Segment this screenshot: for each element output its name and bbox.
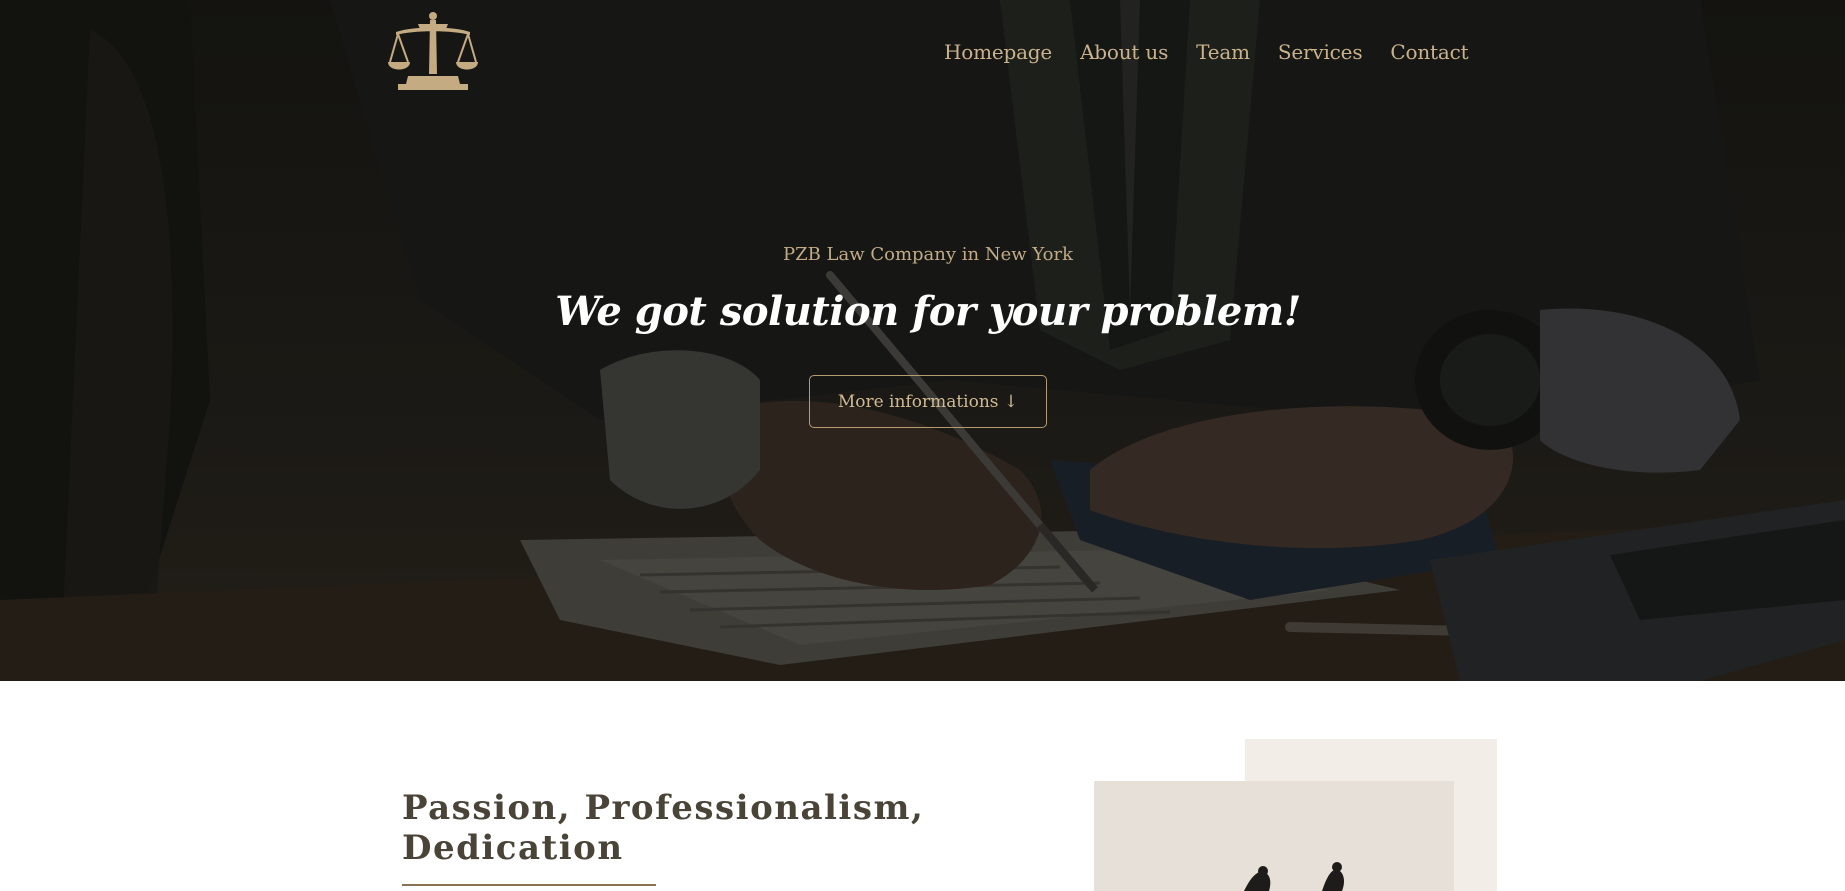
more-informations-button[interactable]: More informations ↓ [809,375,1047,428]
hero-subtitle: PZB Law Company in New York [782,244,1074,265]
hero-section: Homepage About us Team Services Contact … [0,0,1845,681]
scales-of-justice-icon[interactable] [388,10,478,90]
about-title-line1: Passion, Professionalism, [402,788,925,828]
nav-item-about-us[interactable]: About us [1080,40,1168,64]
hero-title: We got solution for your problem! [555,288,1301,335]
nav-item-team[interactable]: Team [1196,40,1250,64]
about-photo [1094,781,1454,891]
about-title: Passion, Professionalism, Dedication [402,788,1002,868]
title-underline [402,884,656,886]
nav-item-services[interactable]: Services [1278,40,1363,64]
about-title-line2: Dedication [402,828,624,868]
nav-item-contact[interactable]: Contact [1390,40,1468,64]
hero-background-image [0,0,1845,681]
main-nav: Homepage About us Team Services Contact [944,40,1469,64]
nav-item-homepage[interactable]: Homepage [944,40,1052,64]
